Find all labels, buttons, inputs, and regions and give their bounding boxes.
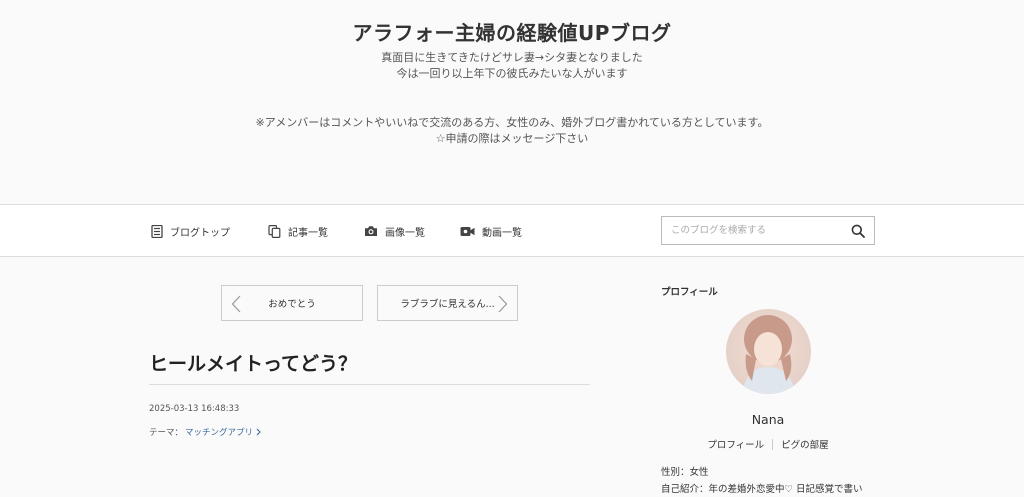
next-article-label: ラブラブに見えるん... [400,299,495,310]
blog-description-line: ☆申請の際はメッセージ下さい [435,132,589,145]
prev-article-button[interactable]: おめでとう [221,285,363,321]
theme-prefix: テーマ： [149,428,184,438]
title-divider [149,384,590,385]
profile-name[interactable]: Nana [661,412,875,427]
profile-gender: 性別：女性 [661,467,709,478]
pig-room-link[interactable]: ピグの部屋 [781,437,829,451]
prev-article-label: おめでとう [268,299,316,310]
video-icon [460,226,475,236]
chevron-right-icon [498,295,508,313]
document-icon [151,224,163,238]
blog-header: アラフォー主婦の経験値UPブログ 真面目に生きてきたけどサレ妻→シタ妻となりまし… [0,0,1024,204]
article-timestamp: 2025-03-13 16:48:33 [149,404,240,414]
blog-search-input[interactable] [662,217,842,244]
avatar[interactable] [726,309,811,394]
next-article-button[interactable]: ラブラブに見えるん... [377,285,518,321]
article-title[interactable]: ヒールメイトってどう？ [149,349,357,376]
profile-heading: プロフィール [661,287,718,298]
nav-item-label: 記事一覧 [288,227,328,239]
nav-item-label: 画像一覧 [385,227,425,239]
avatar-image [726,309,811,394]
blog-description-line: 今は一回り以上年下の彼氏みたいな人がいます [396,67,628,80]
nav-item-video-list[interactable]: 動画一覧 [460,222,522,240]
copy-icon [268,224,281,238]
nav-item-article-list[interactable]: 記事一覧 [268,222,328,240]
blog-description-line: 真面目に生きてきたけどサレ妻→シタ妻となりました [381,51,643,64]
article-theme: テーマ： マッチングアプリ [149,426,261,438]
nav-item-image-list[interactable]: 画像一覧 [364,222,425,240]
link-separator [772,439,774,450]
nav-item-label: ブログトップ [170,227,230,239]
blog-nav-bar: ブログトップ 記事一覧 画像一覧 動画一覧 [0,204,1024,257]
profile-intro: 自己紹介：年の差婚外恋愛中♡ 日記感覚で書い [661,484,863,495]
camera-icon [365,226,377,236]
blog-description-line: ※アメンバーはコメントやいいねで交流のある方、女性のみ、婚外ブログ書かれている方… [255,116,769,129]
theme-link[interactable]: マッチングアプリ [185,426,253,438]
blog-search-box [661,216,875,245]
nav-item-blog-top[interactable]: ブログトップ [151,222,230,240]
blog-title[interactable]: アラフォー主婦の経験値UPブログ [0,17,1024,46]
profile-link[interactable]: プロフィール [707,437,764,451]
chevron-left-icon [231,295,241,313]
nav-item-label: 動画一覧 [482,227,522,239]
profile-links: プロフィール ピグの部屋 [661,437,875,451]
chevron-right-icon [256,428,261,436]
search-icon[interactable] [851,224,865,238]
